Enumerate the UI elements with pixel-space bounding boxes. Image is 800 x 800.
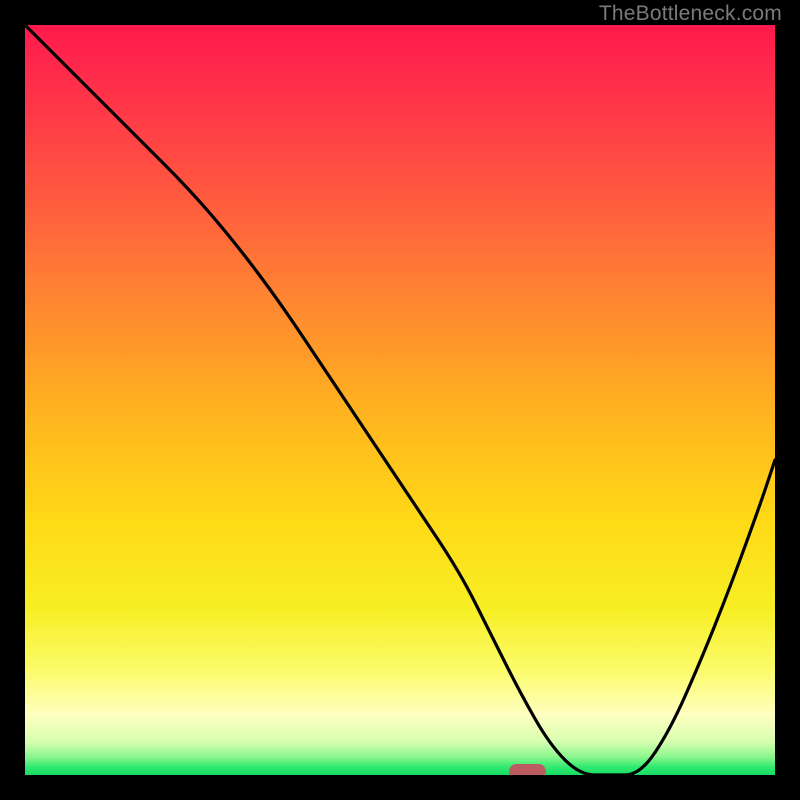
chart-frame: TheBottleneck.com	[0, 0, 800, 800]
plot-area	[25, 25, 775, 775]
optimal-marker	[509, 764, 547, 776]
bottleneck-curve	[25, 25, 775, 775]
watermark-text: TheBottleneck.com	[599, 2, 782, 26]
